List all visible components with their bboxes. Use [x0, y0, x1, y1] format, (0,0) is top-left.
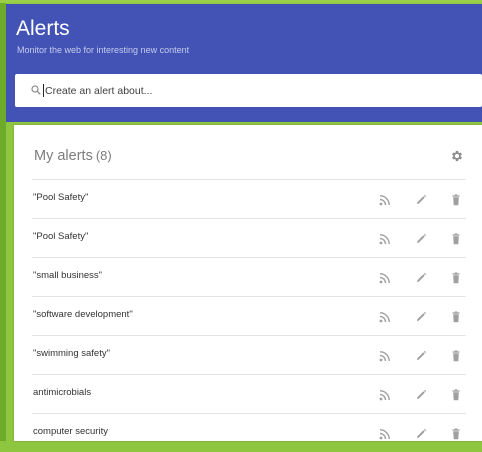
card-header: My alerts (8): [14, 125, 482, 179]
alert-row[interactable]: computer security: [32, 413, 466, 452]
alert-row[interactable]: "software development": [32, 296, 466, 335]
pencil-icon[interactable]: [415, 232, 427, 244]
background-top: [0, 0, 482, 3]
alert-label[interactable]: antimicrobials: [33, 387, 91, 398]
trash-icon[interactable]: [450, 427, 462, 440]
alert-row[interactable]: "swimming safety": [32, 335, 466, 374]
alert-label[interactable]: "software development": [33, 309, 133, 320]
search-icon: [31, 85, 41, 95]
alert-row[interactable]: "small business": [32, 257, 466, 296]
pencil-icon[interactable]: [415, 193, 427, 205]
card-title: My alerts (8): [34, 148, 112, 164]
alert-row[interactable]: "Pool Safety": [32, 179, 466, 218]
alert-label[interactable]: "swimming safety": [33, 348, 110, 359]
rss-icon[interactable]: [379, 193, 391, 206]
alert-label[interactable]: "Pool Safety": [33, 231, 88, 242]
gear-icon[interactable]: [450, 149, 464, 163]
trash-icon[interactable]: [450, 193, 462, 206]
alerts-list: "Pool Safety" "Pool Safety" "small busines…: [32, 179, 466, 452]
pencil-icon[interactable]: [415, 349, 427, 361]
card-title-label: My alerts: [34, 148, 93, 164]
rss-icon[interactable]: [379, 310, 391, 323]
pencil-icon[interactable]: [415, 271, 427, 283]
trash-icon[interactable]: [450, 271, 462, 284]
trash-icon[interactable]: [450, 310, 462, 323]
page-subtitle: Monitor the web for interesting new cont…: [17, 45, 190, 55]
alert-row[interactable]: "Pool Safety": [32, 218, 466, 257]
rss-icon[interactable]: [379, 271, 391, 284]
alert-row[interactable]: antimicrobials: [32, 374, 466, 413]
pencil-icon[interactable]: [415, 310, 427, 322]
alerts-header: Alerts Monitor the web for interesting n…: [6, 4, 482, 122]
search-bar[interactable]: [15, 74, 482, 107]
text-cursor: [43, 84, 44, 97]
page-title: Alerts: [16, 17, 70, 40]
alerts-count: (8): [95, 148, 112, 163]
rss-icon[interactable]: [379, 232, 391, 245]
rss-icon[interactable]: [379, 427, 391, 440]
rss-icon[interactable]: [379, 349, 391, 362]
rss-icon[interactable]: [379, 388, 391, 401]
search-input[interactable]: [45, 82, 465, 99]
trash-icon[interactable]: [450, 349, 462, 362]
alert-label[interactable]: "Pool Safety": [33, 192, 88, 203]
pencil-icon[interactable]: [415, 388, 427, 400]
my-alerts-card: My alerts (8) "Pool Safety" "Pool Safety" "…: [14, 125, 482, 441]
pencil-icon[interactable]: [415, 427, 427, 439]
alert-label[interactable]: "small business": [33, 270, 102, 281]
alert-label[interactable]: computer security: [33, 426, 108, 437]
trash-icon[interactable]: [450, 388, 462, 401]
trash-icon[interactable]: [450, 232, 462, 245]
